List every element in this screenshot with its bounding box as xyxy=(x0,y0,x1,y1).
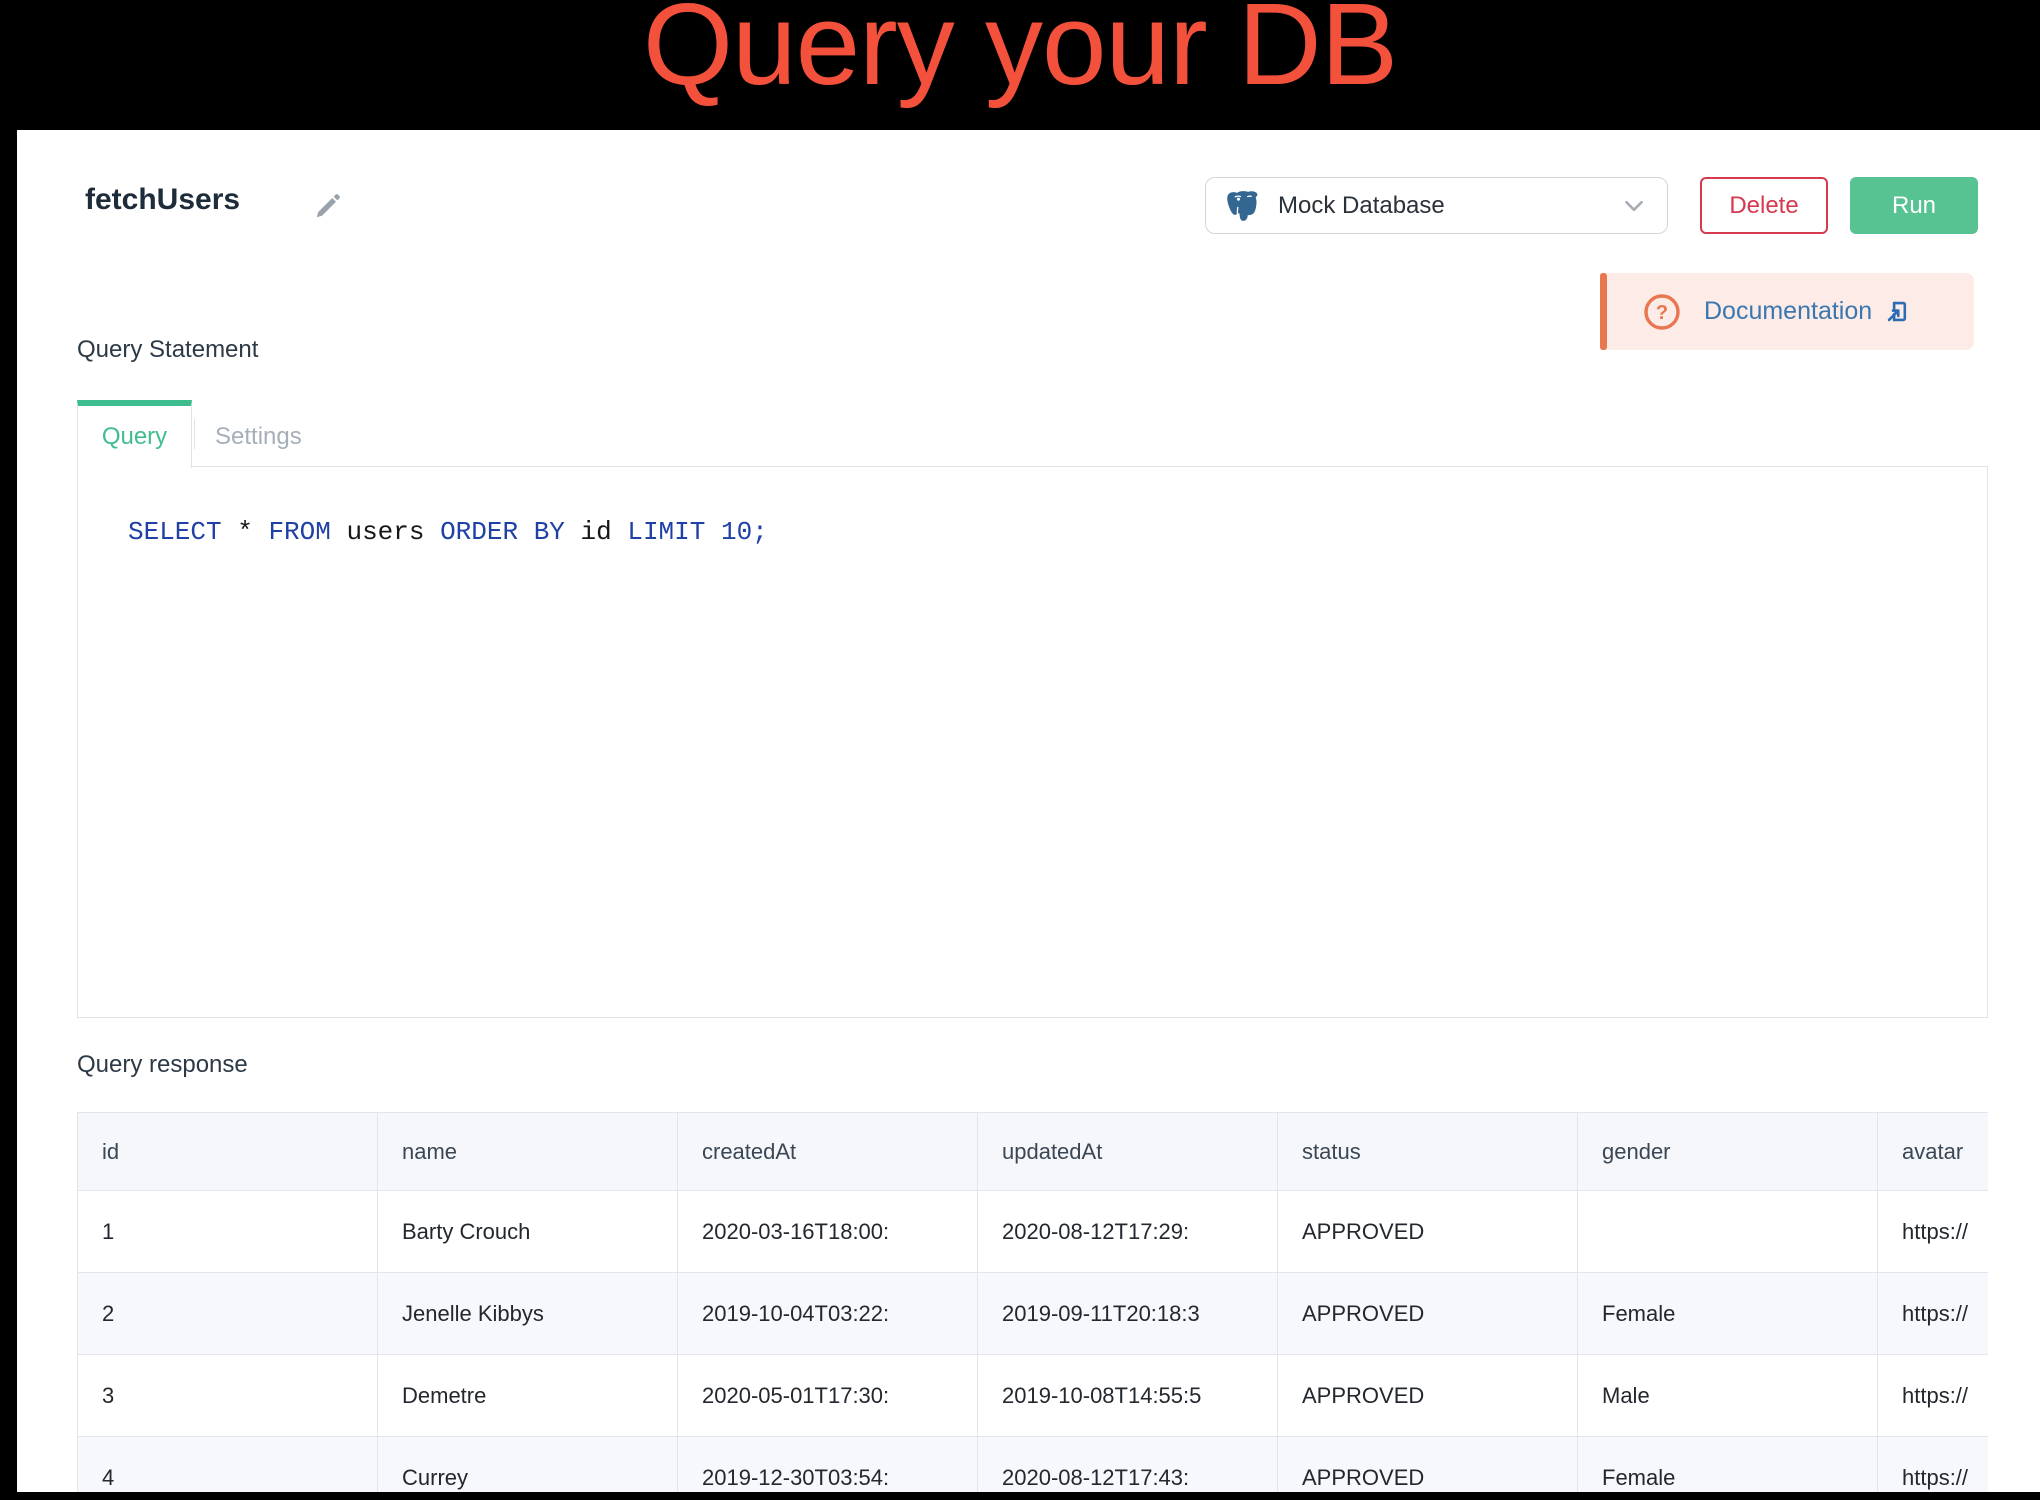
table-cell: 2019-09-11T20:18:3 xyxy=(978,1273,1278,1355)
query-name-title: fetchUsers xyxy=(85,183,240,217)
table-cell: Male xyxy=(1578,1355,1878,1437)
column-header-avatar: avatar xyxy=(1878,1113,1989,1191)
question-circle-icon: ? xyxy=(1642,292,1682,332)
table-cell: 2020-08-12T17:43: xyxy=(978,1437,1278,1493)
table-row: 1Barty Crouch2020-03-16T18:00:2020-08-12… xyxy=(78,1191,1989,1273)
column-header-name: name xyxy=(378,1113,678,1191)
chevron-down-icon xyxy=(1621,193,1647,219)
table-cell: 4 xyxy=(78,1437,378,1493)
sql-token: users xyxy=(331,517,440,547)
sql-token: BY xyxy=(534,517,565,547)
table-cell xyxy=(1578,1191,1878,1273)
external-doc-icon xyxy=(1884,298,1911,325)
column-header-gender: gender xyxy=(1578,1113,1878,1191)
documentation-label: Documentation xyxy=(1704,297,1872,326)
table-header-row: idnamecreatedAtupdatedAtstatusgenderavat… xyxy=(78,1113,1989,1191)
database-select-value: Mock Database xyxy=(1278,192,1445,220)
query-response-table: idnamecreatedAtupdatedAtstatusgenderavat… xyxy=(77,1112,1988,1492)
table-cell: 1 xyxy=(78,1191,378,1273)
table-cell: https:// xyxy=(1878,1273,1989,1355)
sql-token: SELECT xyxy=(128,517,222,547)
table-cell: APPROVED xyxy=(1278,1355,1578,1437)
column-header-id: id xyxy=(78,1113,378,1191)
sql-token: id xyxy=(565,517,627,547)
page-banner: Query your DB xyxy=(0,0,2040,130)
svg-text:?: ? xyxy=(1656,302,1668,324)
tab-query-label: Query xyxy=(102,423,167,451)
table-cell: Jenelle Kibbys xyxy=(378,1273,678,1355)
table-cell: Female xyxy=(1578,1273,1878,1355)
column-header-updatedAt: updatedAt xyxy=(978,1113,1278,1191)
sql-token: ORDER xyxy=(440,517,518,547)
app-panel: fetchUsers Mock Database Delete Run xyxy=(17,130,2040,1492)
edit-query-name-button[interactable] xyxy=(313,190,345,222)
table-cell: APPROVED xyxy=(1278,1437,1578,1493)
table-cell: 3 xyxy=(78,1355,378,1437)
sql-code-line: SELECT * FROM users ORDER BY id LIMIT 10… xyxy=(78,467,1987,547)
table-cell: https:// xyxy=(1878,1355,1989,1437)
column-header-createdAt: createdAt xyxy=(678,1113,978,1191)
sql-token xyxy=(705,517,721,547)
table-cell: Demetre xyxy=(378,1355,678,1437)
sql-token: LIMIT xyxy=(627,517,705,547)
database-select[interactable]: Mock Database xyxy=(1205,177,1668,234)
documentation-link[interactable]: ? Documentation xyxy=(1600,273,1974,350)
query-response-table-container: idnamecreatedAtupdatedAtstatusgenderavat… xyxy=(77,1112,1988,1492)
tab-settings[interactable]: Settings xyxy=(195,400,322,467)
column-header-status: status xyxy=(1278,1113,1578,1191)
tab-query[interactable]: Query xyxy=(77,400,192,468)
table-row: 4Currey2019-12-30T03:54:2020-08-12T17:43… xyxy=(78,1437,1989,1493)
run-button[interactable]: Run xyxy=(1850,177,1978,234)
pencil-icon xyxy=(313,191,345,221)
table-cell: APPROVED xyxy=(1278,1273,1578,1355)
table-cell: https:// xyxy=(1878,1191,1989,1273)
table-cell: 2019-10-04T03:22: xyxy=(678,1273,978,1355)
postgresql-icon xyxy=(1224,187,1262,225)
sql-token: * xyxy=(222,517,269,547)
table-cell: 2019-12-30T03:54: xyxy=(678,1437,978,1493)
table-cell: Female xyxy=(1578,1437,1878,1493)
sql-token: 10; xyxy=(721,517,768,547)
table-row: 2Jenelle Kibbys2019-10-04T03:22:2019-09-… xyxy=(78,1273,1989,1355)
table-row: 3Demetre2020-05-01T17:30:2019-10-08T14:5… xyxy=(78,1355,1989,1437)
delete-button[interactable]: Delete xyxy=(1700,177,1828,234)
query-statement-tabs: Query Settings xyxy=(77,400,322,467)
table-cell: APPROVED xyxy=(1278,1191,1578,1273)
query-statement-label: Query Statement xyxy=(77,336,258,364)
page-title: Query your DB xyxy=(0,0,2040,106)
sql-token: FROM xyxy=(268,517,330,547)
tab-settings-label: Settings xyxy=(215,423,302,451)
table-cell: 2020-05-01T17:30: xyxy=(678,1355,978,1437)
table-cell: 2020-08-12T17:29: xyxy=(978,1191,1278,1273)
table-cell: 2019-10-08T14:55:5 xyxy=(978,1355,1278,1437)
table-cell: https:// xyxy=(1878,1437,1989,1493)
sql-editor[interactable]: SELECT * FROM users ORDER BY id LIMIT 10… xyxy=(77,466,1988,1018)
table-cell: Barty Crouch xyxy=(378,1191,678,1273)
query-response-label: Query response xyxy=(77,1051,248,1079)
table-cell: Currey xyxy=(378,1437,678,1493)
sql-token xyxy=(518,517,534,547)
table-cell: 2020-03-16T18:00: xyxy=(678,1191,978,1273)
table-cell: 2 xyxy=(78,1273,378,1355)
